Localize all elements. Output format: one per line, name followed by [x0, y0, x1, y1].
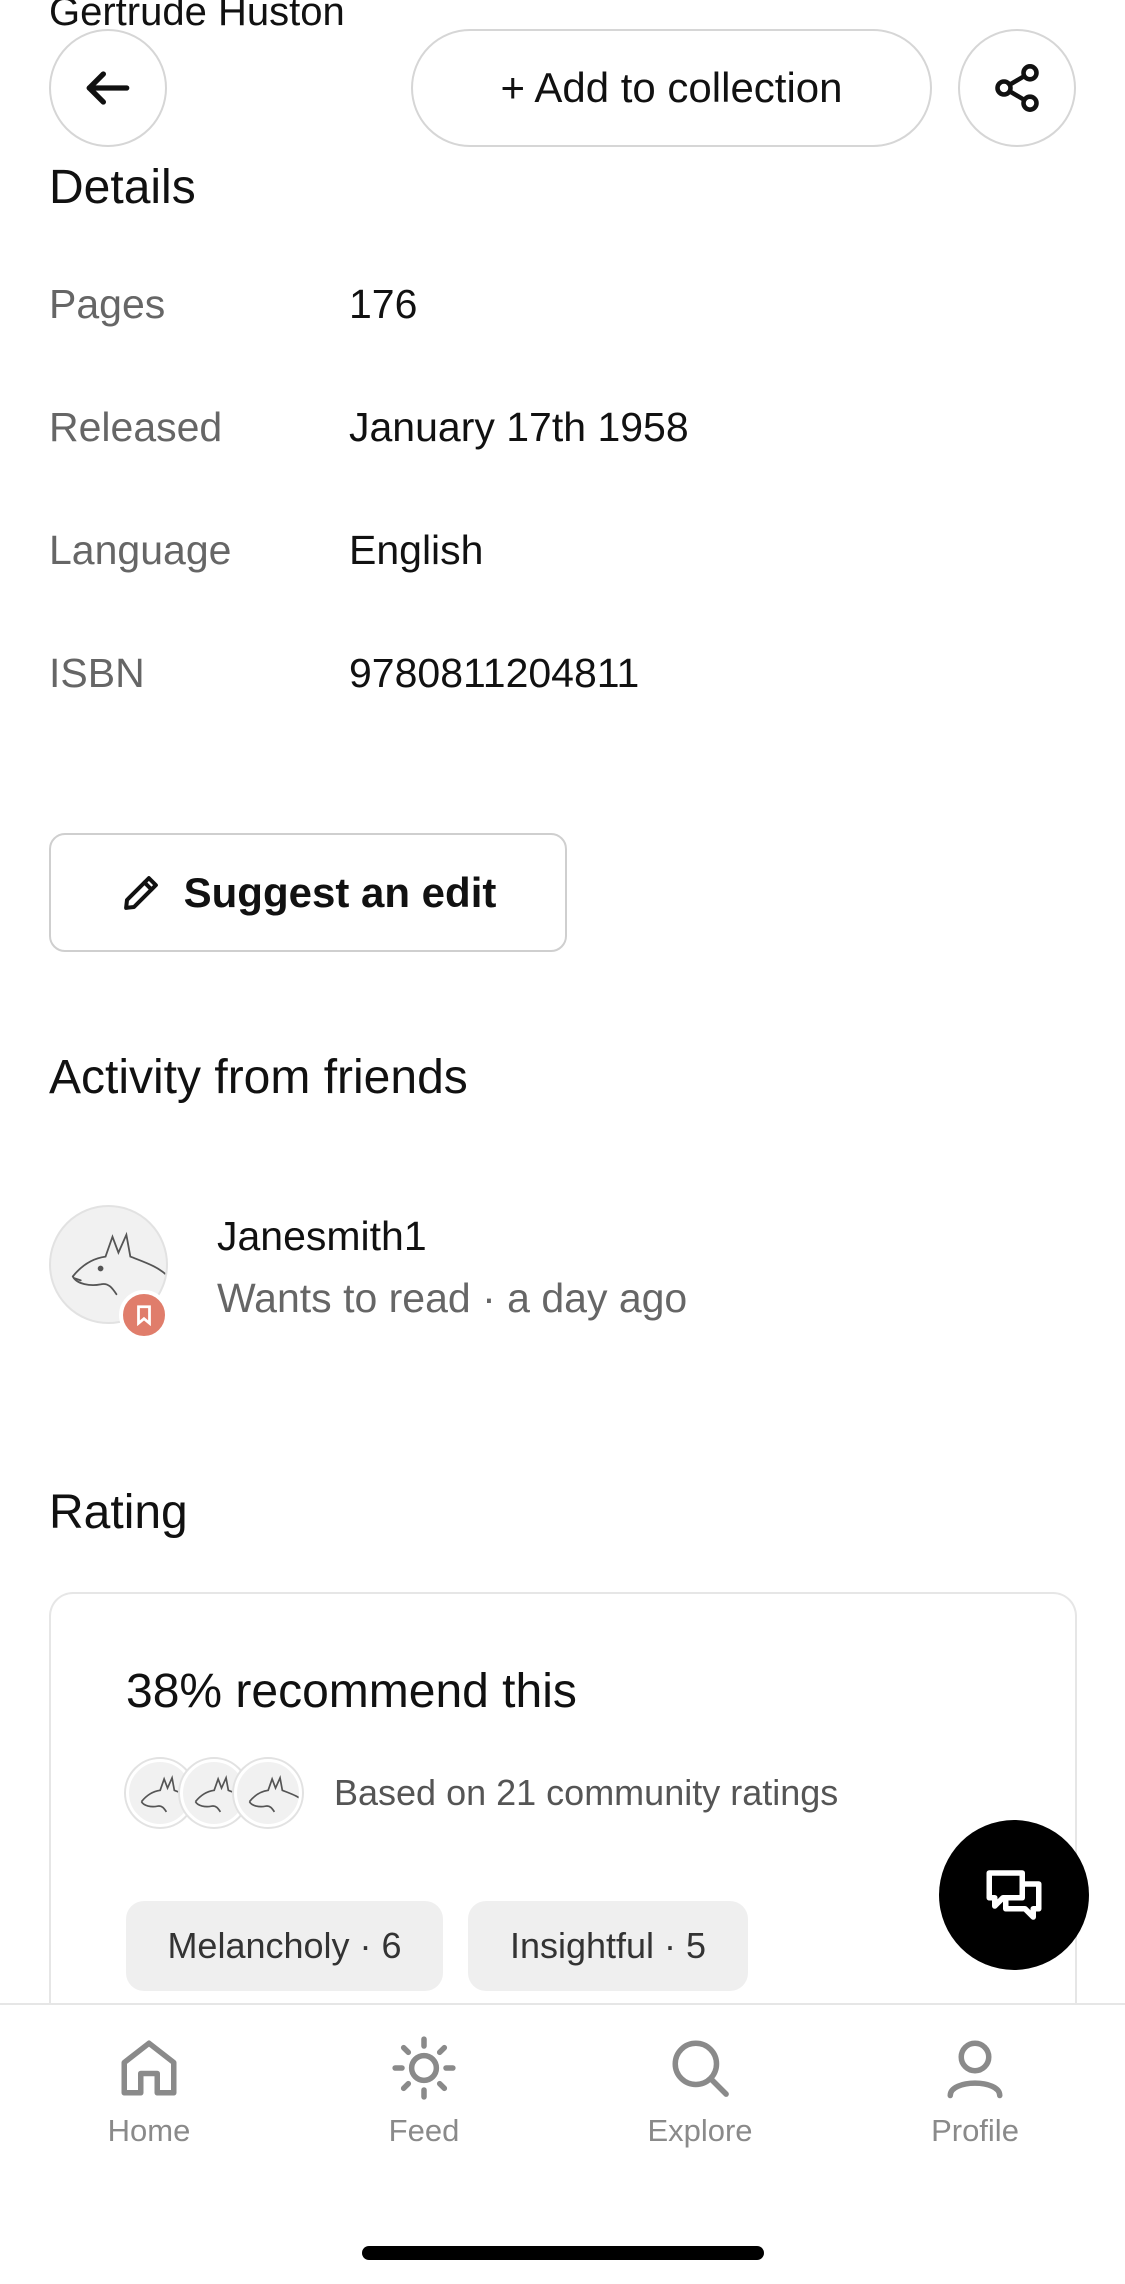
detail-label: ISBN	[49, 649, 145, 696]
avatar	[234, 1759, 302, 1827]
detail-value: English	[349, 526, 484, 573]
detail-row-pages: Pages 176	[49, 274, 1049, 334]
chat-fab-button[interactable]	[939, 1820, 1089, 1970]
ratings-count: Based on 21 community ratings	[334, 1772, 839, 1813]
friend-username[interactable]: Janesmith1	[217, 1213, 427, 1260]
add-to-collection-button[interactable]: + Add to collection	[411, 29, 932, 147]
bookmark-icon	[137, 1305, 151, 1326]
sun-icon	[392, 2036, 456, 2100]
tab-feed[interactable]: Feed	[324, 2035, 524, 2165]
search-icon	[672, 2040, 729, 2097]
mood-tag[interactable]: Insightful · 5	[468, 1901, 748, 1991]
tab-explore[interactable]: Explore	[600, 2035, 800, 2165]
rating-card: 38% recommend this Based on 21 community…	[49, 1592, 1077, 2052]
friend-activity-text: Wants to read · a day ago	[217, 1275, 688, 1321]
rater-avatars	[126, 1759, 306, 1829]
tab-label: Profile	[931, 2113, 1019, 2148]
tab-label: Explore	[647, 2113, 753, 2148]
chat-icon	[986, 1870, 1042, 1920]
detail-label: Released	[49, 403, 223, 450]
home-indicator[interactable]	[362, 2246, 764, 2260]
tab-label: Feed	[388, 2113, 460, 2148]
pencil-icon	[123, 875, 158, 910]
detail-value: 176	[349, 280, 418, 327]
detail-label: Language	[49, 526, 232, 573]
home-icon	[121, 2040, 177, 2096]
tab-label: Home	[107, 2113, 191, 2148]
detail-row-language: Language English	[49, 520, 1049, 580]
tab-home[interactable]: Home	[49, 2035, 249, 2165]
share-button[interactable]	[958, 29, 1076, 147]
detail-row-isbn: ISBN 9780811204811	[49, 643, 1049, 703]
detail-label: Pages	[49, 280, 166, 327]
rating-heading: Rating	[49, 1486, 188, 1539]
share-icon	[995, 64, 1039, 112]
detail-row-released: Released January 17th 1958	[49, 397, 1049, 457]
detail-value: January 17th 1958	[349, 403, 689, 450]
details-heading: Details	[49, 161, 196, 214]
bottom-tab-bar: Home Feed Explore Profile	[0, 2003, 1125, 2284]
arrow-left-icon	[86, 71, 130, 105]
person-icon	[947, 2040, 1003, 2099]
mood-tag[interactable]: Melancholy · 6	[126, 1901, 443, 1991]
want-to-read-badge	[119, 1290, 169, 1340]
recommend-percentage: 38% recommend this	[126, 1665, 577, 1718]
activity-heading: Activity from friends	[49, 1051, 468, 1104]
dog-avatar-icon	[248, 1775, 299, 1813]
tab-profile[interactable]: Profile	[875, 2035, 1075, 2165]
suggest-edit-label: Suggest an edit	[183, 868, 497, 916]
friend-activity-item[interactable]: Janesmith1 Wants to read · a day ago	[49, 1205, 1049, 1340]
back-button[interactable]	[49, 29, 167, 147]
suggest-edit-button[interactable]: Suggest an edit	[49, 833, 567, 952]
detail-value: 9780811204811	[349, 649, 640, 696]
